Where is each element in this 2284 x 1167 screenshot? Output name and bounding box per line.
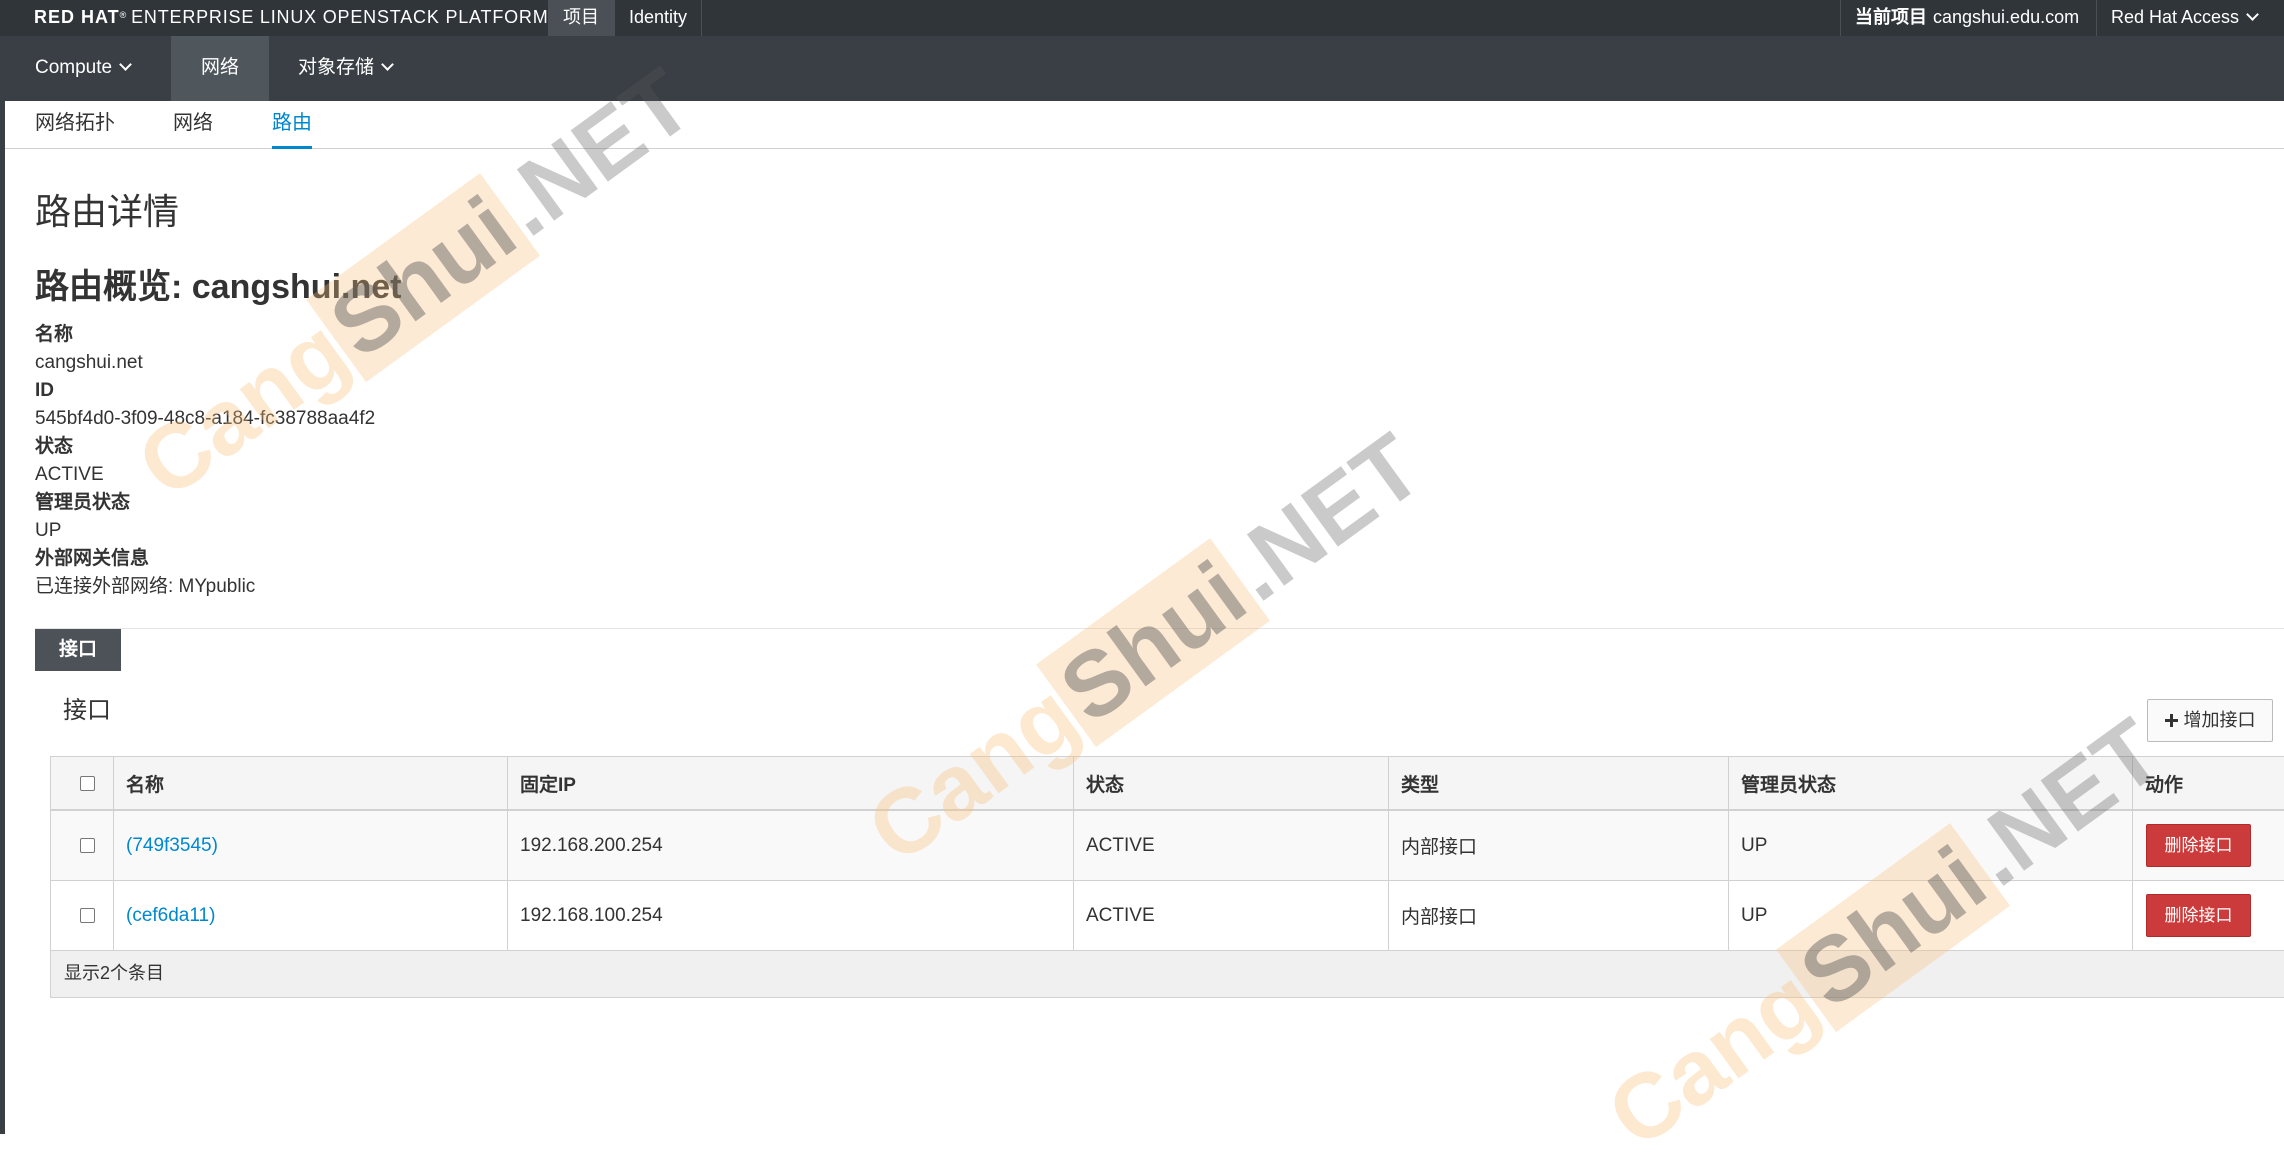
interface-type: 内部接口 <box>1388 881 1728 950</box>
interface-actions-cell: 删除接口 <box>2132 811 2284 880</box>
interface-status: ACTIVE <box>1073 881 1388 950</box>
column-header-actions: 动作 <box>2132 757 2284 809</box>
add-interface-label: 增加接口 <box>2183 710 2256 730</box>
watermark-part2: Shui <box>1036 537 1271 748</box>
tab-network-topology-label: 网络拓扑 <box>35 112 115 134</box>
plus-icon <box>2164 714 2178 727</box>
openstack-dashboard: RED HAT® ENTERPRISE LINUX OPENSTACK PLATF… <box>0 0 2284 1167</box>
chevron-down-icon <box>381 58 394 71</box>
column-header-status[interactable]: 状态 <box>1073 757 1388 809</box>
nav-network-label: 网络 <box>200 57 239 78</box>
add-interface-button[interactable]: 增加接口 <box>2147 699 2273 742</box>
interface-name-link[interactable]: (cef6da11) <box>126 905 215 927</box>
detail-status-label: 状态 <box>35 436 74 457</box>
table-header-row: 名称 固定IP 状态 类型 管理员状态 动作 <box>51 757 2284 811</box>
table-row: (749f3545) 192.168.200.254 ACTIVE 内部接口 U… <box>51 811 2284 881</box>
top-nav-project-label: 项目 <box>563 7 599 27</box>
delete-interface-button[interactable]: 删除接口 <box>2146 894 2251 937</box>
table-footer-row: 显示2个条目 <box>51 951 2284 997</box>
delete-interface-button[interactable]: 删除接口 <box>2146 824 2251 867</box>
page-title: 路由详情 <box>35 191 180 232</box>
detail-admin-state-label: 管理员状态 <box>35 492 131 513</box>
detail-status-value: ACTIVE <box>35 464 104 485</box>
red-hat-access-menu[interactable]: Red Hat Access <box>2096 0 2284 36</box>
brand-registered-mark: ® <box>119 10 128 20</box>
brand-redhat: RED HAT <box>34 7 120 27</box>
interface-admin-state: UP <box>1728 811 2132 880</box>
column-header-type[interactable]: 类型 <box>1388 757 1728 809</box>
current-project-menu[interactable]: 当前项目 cangshui.edu.com <box>1840 0 2096 36</box>
interface-name-link[interactable]: (749f3545) <box>126 835 218 857</box>
nav-compute-label: Compute <box>35 57 113 78</box>
brand-product-name: ENTERPRISE LINUX OPENSTACK PLATFORM <box>131 7 549 27</box>
overview-title: 路由概览: cangshui.net <box>35 268 402 306</box>
column-header-fixed-ip[interactable]: 固定IP <box>507 757 1073 809</box>
column-header-name[interactable]: 名称 <box>113 757 507 809</box>
interface-status: ACTIVE <box>1073 811 1388 880</box>
tab-network-topology[interactable]: 网络拓扑 <box>35 101 115 148</box>
main-nav: Compute 网络 对象存储 <box>0 36 2284 101</box>
nav-object-storage-label: 对象存储 <box>298 57 375 78</box>
detail-name-value: cangshui.net <box>35 352 143 373</box>
row-checkbox[interactable] <box>80 838 95 853</box>
select-all-checkbox[interactable] <box>80 775 95 791</box>
detail-gateway-value: 已连接外部网络: MYpublic <box>35 576 256 597</box>
current-project-value: cangshui.edu.com <box>1933 7 2080 27</box>
interface-fixed-ip: 192.168.100.254 <box>507 881 1073 950</box>
detail-id-label: ID <box>35 380 54 401</box>
interface-name-cell: (749f3545) <box>113 811 507 880</box>
detail-admin-state-value: UP <box>35 520 62 541</box>
current-project-label: 当前项目 <box>1855 7 1927 27</box>
tab-networks-label: 网络 <box>173 112 213 134</box>
chevron-down-icon <box>2246 8 2259 21</box>
nav-compute[interactable]: Compute <box>35 36 145 101</box>
row-select-cell <box>51 881 113 950</box>
interfaces-panel-title: 接口 <box>63 697 111 724</box>
column-header-admin-state[interactable]: 管理员状态 <box>1728 757 2132 809</box>
watermark-part3: .NET <box>1210 414 1440 621</box>
nav-network[interactable]: 网络 <box>171 36 269 101</box>
brand-logo[interactable]: RED HAT® ENTERPRISE LINUX OPENSTACK PLATF… <box>34 0 549 36</box>
tab-routers-label: 路由 <box>272 112 312 134</box>
interface-name-cell: (cef6da11) <box>113 881 507 950</box>
table-item-count: 显示2个条目 <box>64 963 165 983</box>
detail-gateway-label: 外部网关信息 <box>35 548 150 569</box>
detail-id-value: 545bf4d0-3f09-48c8-a184-fc38788aa4f2 <box>35 408 376 429</box>
nav-object-storage[interactable]: 对象存储 <box>298 36 408 101</box>
detail-name-label: 名称 <box>35 324 74 345</box>
red-hat-access-label: Red Hat Access <box>2111 7 2240 27</box>
tab-routers[interactable]: 路由 <box>272 101 312 149</box>
section-divider <box>35 628 2284 629</box>
interface-fixed-ip: 192.168.200.254 <box>507 811 1073 880</box>
interfaces-section-tab[interactable]: 接口 <box>35 629 121 671</box>
interface-actions-cell: 删除接口 <box>2132 881 2284 950</box>
top-nav-project[interactable]: 项目 <box>548 0 614 36</box>
interfaces-table: 名称 固定IP 状态 类型 管理员状态 动作 (749f3545) 192.16… <box>50 756 2284 998</box>
interface-admin-state: UP <box>1728 881 2132 950</box>
row-select-cell <box>51 811 113 880</box>
tab-networks[interactable]: 网络 <box>173 101 213 148</box>
top-nav-identity-label: Identity <box>629 7 688 27</box>
interface-type: 内部接口 <box>1388 811 1728 880</box>
select-all-cell <box>51 757 113 809</box>
row-checkbox[interactable] <box>80 908 95 923</box>
top-bar: RED HAT® ENTERPRISE LINUX OPENSTACK PLATF… <box>0 0 2284 36</box>
chevron-down-icon <box>119 58 132 71</box>
sub-tabs: 网络拓扑 网络 路由 <box>5 101 2284 149</box>
table-row: (cef6da11) 192.168.100.254 ACTIVE 内部接口 U… <box>51 881 2284 951</box>
top-nav-identity[interactable]: Identity <box>614 0 702 36</box>
window-left-edge <box>0 0 5 1134</box>
